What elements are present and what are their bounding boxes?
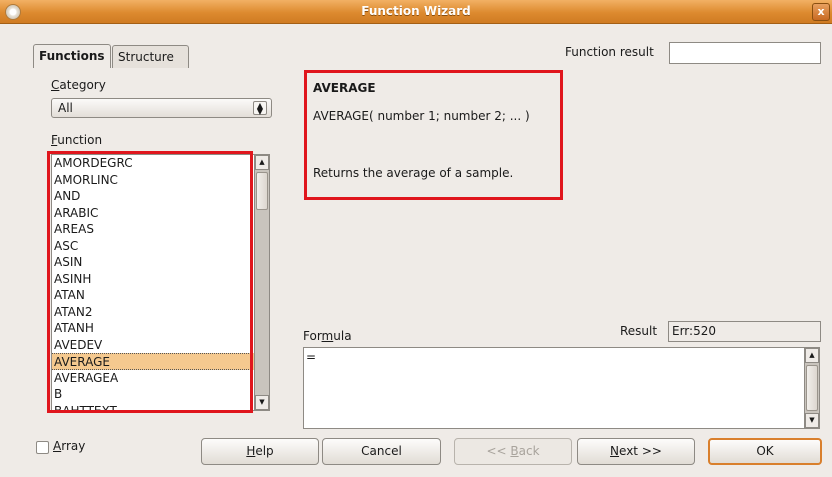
list-item[interactable]: B — [52, 386, 255, 403]
function-name: AVERAGE — [313, 81, 376, 95]
back-button: << Back — [454, 438, 572, 465]
list-item[interactable]: ARABIC — [52, 205, 255, 222]
function-result-label: Function result — [565, 45, 654, 59]
category-value: All — [58, 101, 73, 115]
function-label: Function — [51, 133, 103, 147]
list-item[interactable]: AVEDEV — [52, 337, 255, 354]
category-label: Category — [51, 78, 106, 92]
ok-button[interactable]: OK — [708, 438, 822, 465]
array-label[interactable]: Array — [53, 439, 85, 453]
category-select[interactable]: All ▲ ▼ — [51, 98, 272, 118]
function-description: Returns the average of a sample. — [313, 166, 514, 180]
tab-structure[interactable]: Structure — [112, 45, 189, 68]
scroll-up-icon[interactable]: ▲ — [805, 348, 819, 363]
function-list-scrollbar[interactable]: ▲ ▼ — [254, 155, 269, 410]
array-checkbox[interactable] — [36, 441, 49, 454]
list-item[interactable]: AMORDEGRC — [52, 155, 255, 172]
scroll-thumb[interactable] — [806, 365, 818, 411]
formula-text: = — [306, 350, 317, 364]
list-item-selected[interactable]: AVERAGE — [52, 353, 255, 370]
list-item[interactable]: ASIN — [52, 254, 255, 271]
list-item[interactable]: AMORLINC — [52, 172, 255, 189]
list-item[interactable]: BAHTTEXT — [52, 403, 255, 411]
result-field: Err:520 — [668, 321, 821, 342]
next-button[interactable]: Next >> — [577, 438, 695, 465]
window-title: Function Wizard — [361, 4, 471, 18]
list-item[interactable]: ATAN2 — [52, 304, 255, 321]
close-icon[interactable]: x — [812, 3, 830, 21]
formula-label: Formula — [303, 329, 352, 343]
formula-scrollbar[interactable]: ▲ ▼ — [804, 348, 819, 428]
tab-functions[interactable]: Functions — [33, 44, 111, 68]
scroll-up-icon[interactable]: ▲ — [255, 155, 269, 170]
list-item[interactable]: AVERAGEA — [52, 370, 255, 387]
list-item[interactable]: ASC — [52, 238, 255, 255]
list-item[interactable]: ATANH — [52, 320, 255, 337]
list-item[interactable]: ASINH — [52, 271, 255, 288]
spinner-arrows-icon: ▲ ▼ — [253, 101, 267, 116]
list-item[interactable]: ATAN — [52, 287, 255, 304]
window-menu-icon[interactable] — [5, 4, 21, 20]
scroll-down-icon[interactable]: ▼ — [255, 395, 269, 410]
function-syntax: AVERAGE( number 1; number 2; ... ) — [313, 109, 530, 123]
function-result-field — [669, 42, 821, 64]
result-label: Result — [620, 324, 658, 338]
list-item[interactable]: AREAS — [52, 221, 255, 238]
formula-input[interactable]: = ▲ ▼ — [303, 347, 820, 429]
scroll-thumb[interactable] — [256, 172, 268, 210]
title-bar: Function Wizard — [0, 0, 832, 24]
list-item[interactable]: AND — [52, 188, 255, 205]
scroll-down-icon[interactable]: ▼ — [805, 413, 819, 428]
cancel-button[interactable]: Cancel — [322, 438, 441, 465]
help-button[interactable]: Help — [201, 438, 319, 465]
function-list[interactable]: AMORDEGRC AMORLINC AND ARABIC AREAS ASC … — [51, 154, 270, 411]
